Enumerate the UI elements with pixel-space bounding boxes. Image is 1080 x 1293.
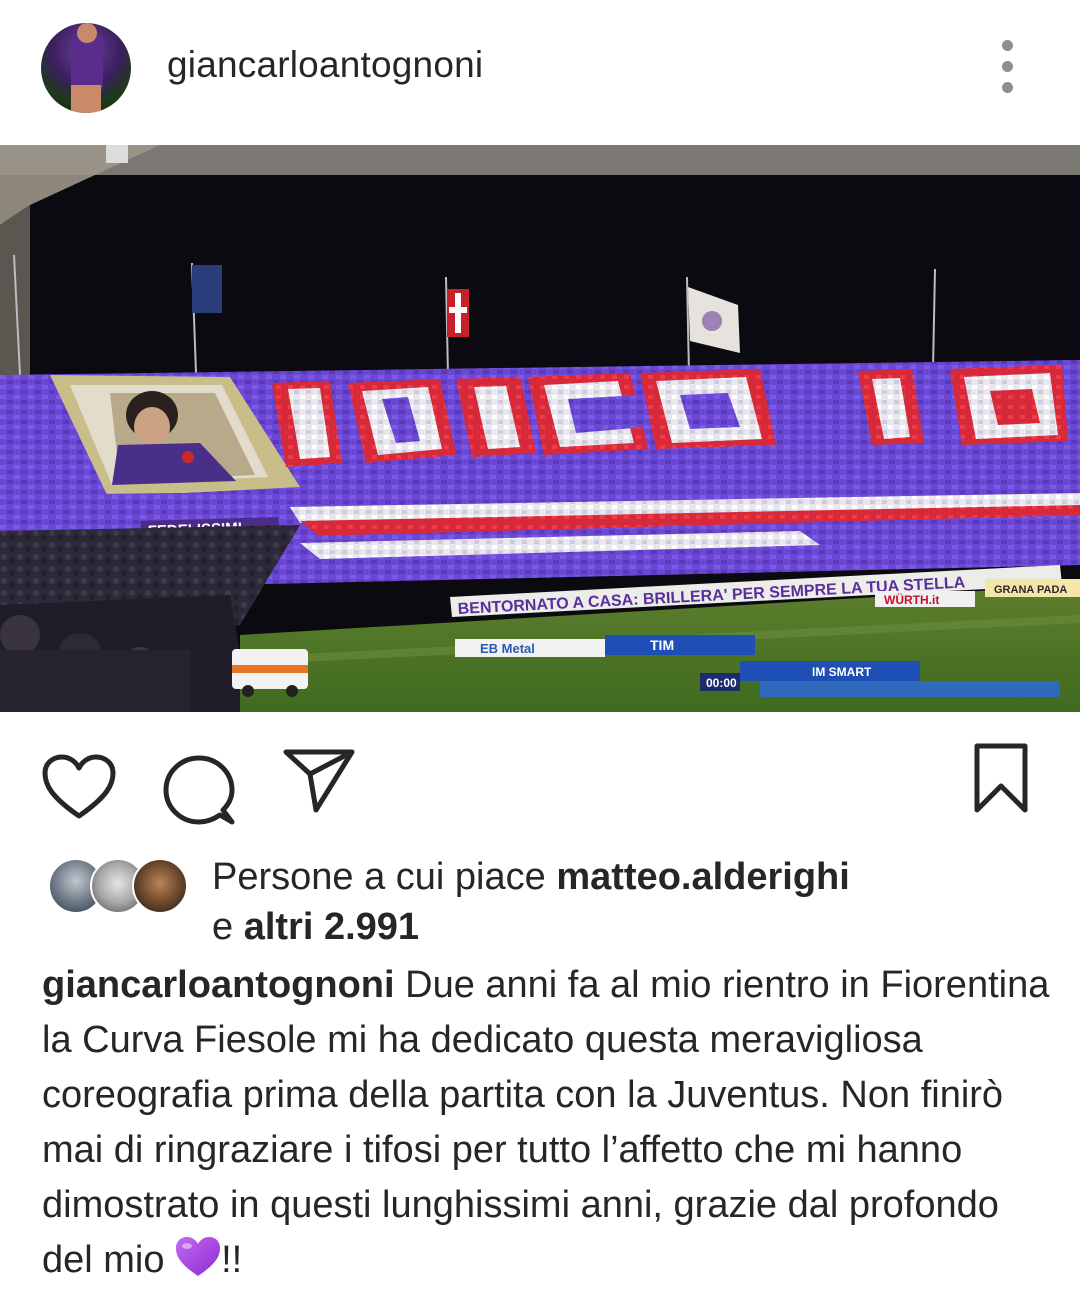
post-header: giancarloantognoni — [0, 0, 1080, 145]
profile-avatar[interactable] — [41, 23, 131, 113]
svg-text:EB Metal: EB Metal — [480, 641, 535, 656]
post-photo[interactable]: FEDELISSIMI BENTORNATO A CASA: BRILLERA'… — [0, 145, 1080, 712]
first-liker-link[interactable]: matteo.alderighi — [556, 856, 850, 898]
liker-avatar — [132, 858, 188, 914]
post-caption: giancarloantognoni Due anni fa al mio ri… — [42, 958, 1052, 1288]
svg-text:TIM: TIM — [650, 637, 674, 653]
heart-icon[interactable] — [42, 754, 116, 822]
send-icon[interactable] — [282, 748, 356, 814]
avatar-legs — [71, 85, 101, 113]
likes-others-link[interactable]: altri 2.991 — [244, 906, 419, 948]
bookmark-icon[interactable] — [973, 742, 1029, 814]
svg-text:GRANA PADA: GRANA PADA — [994, 584, 1067, 596]
likes-prefix: Persone a cui piace — [212, 856, 557, 898]
svg-text:WÜRTH.it: WÜRTH.it — [884, 592, 939, 607]
likes-summary[interactable]: Persone a cui piace matteo.alderighi e a… — [212, 852, 1032, 952]
caption-text: Due anni fa al mio rientro in Fiorentina… — [42, 964, 1050, 1281]
likes-and: e — [212, 906, 244, 948]
likes-row: Persone a cui piace matteo.alderighi e a… — [0, 850, 1080, 950]
unico-10-mosaic — [258, 360, 1070, 485]
svg-text:00:00: 00:00 — [706, 676, 737, 690]
liker-avatars[interactable] — [48, 858, 188, 914]
caption-end: !! — [221, 1239, 243, 1281]
svg-text:IM SMART: IM SMART — [812, 665, 872, 679]
comment-icon[interactable] — [163, 754, 235, 826]
more-vertical-icon[interactable] — [993, 40, 1023, 94]
post-actions — [0, 712, 1080, 842]
avatar-head — [77, 23, 97, 43]
post-author-username[interactable]: giancarloantognoni — [167, 44, 483, 86]
purple-heart-emoji-icon — [176, 1237, 221, 1276]
caption-username[interactable]: giancarloantognoni — [42, 964, 395, 1006]
